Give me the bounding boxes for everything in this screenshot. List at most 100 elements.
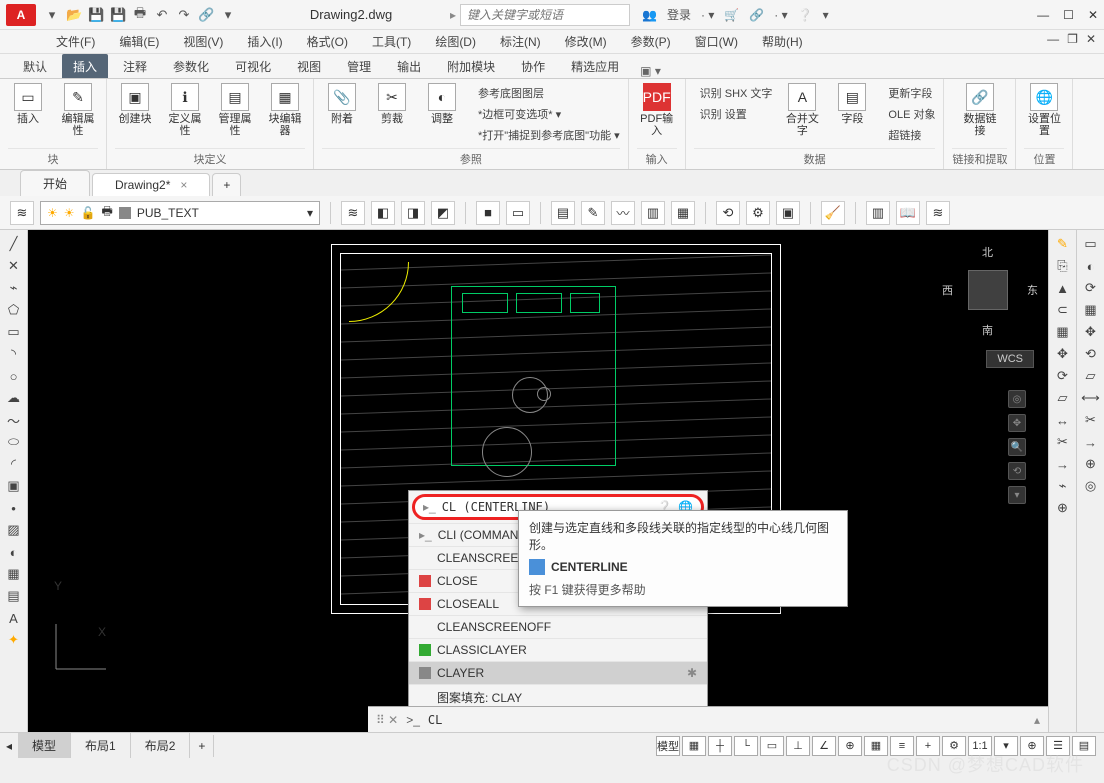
new-tab-button[interactable]: +: [212, 173, 241, 196]
r2-6[interactable]: ⟲: [1081, 344, 1101, 364]
plot-icon[interactable]: 🖶: [132, 4, 148, 26]
layout2-tab[interactable]: 布局2: [131, 733, 191, 758]
status-btn-0[interactable]: 模型: [656, 736, 680, 756]
ref-line3[interactable]: *打开"捕捉到参考底图"功能 ▾: [478, 125, 620, 145]
status-btn-4[interactable]: ▭: [760, 736, 784, 756]
ac-item-classic[interactable]: CLASSICLAYER: [409, 638, 707, 661]
def-attr-button[interactable]: ℹ定义属性: [165, 83, 205, 137]
help-icon[interactable]: ❔: [798, 8, 813, 22]
adjust-button[interactable]: ◐调整: [422, 83, 462, 125]
stretch-icon[interactable]: ↔: [1053, 410, 1073, 430]
circle-icon[interactable]: ○: [4, 366, 24, 386]
merge-text-button[interactable]: A合并文字: [782, 83, 822, 137]
revcloud-icon[interactable]: ☁: [4, 388, 24, 408]
t-ico-15[interactable]: 🧹: [821, 201, 845, 225]
ribbon-tab-collab[interactable]: 协作: [510, 54, 556, 78]
t-ico-16[interactable]: ▥: [866, 201, 890, 225]
undo-icon[interactable]: ↶: [154, 7, 170, 23]
t-ico-7[interactable]: ▤: [551, 201, 575, 225]
pdf-import-button[interactable]: PDFPDF输入: [637, 83, 677, 137]
rect-icon[interactable]: ▭: [4, 322, 24, 342]
t-ico-18[interactable]: ≋: [926, 201, 950, 225]
hyperlink-line[interactable]: 超链接: [888, 125, 935, 145]
rotate-icon[interactable]: ⟳: [1053, 366, 1073, 386]
upd-field-line[interactable]: 更新字段: [888, 83, 935, 103]
region-icon[interactable]: ▦: [4, 564, 24, 584]
doc-minimize-button[interactable]: —: [1047, 32, 1059, 46]
open-icon[interactable]: 📂: [66, 7, 82, 23]
ref-line2[interactable]: *边框可变选项* ▾: [478, 104, 620, 124]
viewcube[interactable]: 北 西 东 南: [938, 240, 1038, 340]
maximize-button[interactable]: ☐: [1063, 8, 1074, 22]
cmd-input[interactable]: [428, 713, 628, 727]
r2-9[interactable]: ✂: [1081, 410, 1101, 430]
close-tab-icon[interactable]: ×: [180, 178, 187, 192]
layout1-tab[interactable]: 布局1: [71, 733, 131, 758]
t-ico-5[interactable]: ■: [476, 201, 500, 225]
ribbon-tab-featured[interactable]: 精选应用: [560, 54, 630, 78]
edit-attr-button[interactable]: ✎编辑属性: [58, 83, 98, 137]
status-btn-7[interactable]: ⊕: [838, 736, 862, 756]
attach-button[interactable]: 📎附着: [322, 83, 362, 125]
status-btn-5[interactable]: ⊥: [786, 736, 810, 756]
command-line[interactable]: ⠿ ✕ >_ ▴: [368, 706, 1048, 732]
table-icon[interactable]: ▤: [4, 586, 24, 606]
nav-pan-icon[interactable]: ✥: [1008, 414, 1026, 432]
polygon-icon[interactable]: ⬠: [4, 300, 24, 320]
create-block-button[interactable]: ▣创建块: [115, 83, 155, 125]
trim-icon[interactable]: ✂: [1053, 432, 1073, 452]
ribbon-tab-visual[interactable]: 可视化: [224, 54, 282, 78]
nav-show-icon[interactable]: ▾: [1008, 486, 1026, 504]
cart-icon[interactable]: 🛒: [724, 8, 739, 22]
ribbon-tab-annotate[interactable]: 注释: [112, 54, 158, 78]
t-ico-11[interactable]: ▦: [671, 201, 695, 225]
r2-8[interactable]: ⟷: [1081, 388, 1101, 408]
hatch-icon[interactable]: ▨: [4, 520, 24, 540]
nav-orbit-icon[interactable]: ⟲: [1008, 462, 1026, 480]
r2-4[interactable]: ▦: [1081, 300, 1101, 320]
tab-scroll-left[interactable]: ◂: [0, 739, 18, 753]
add-layout-tab[interactable]: +: [190, 735, 214, 757]
array-icon[interactable]: ▦: [1053, 322, 1073, 342]
t-ico-4[interactable]: ◩: [431, 201, 455, 225]
status-btn-3[interactable]: └: [734, 736, 758, 756]
close-button[interactable]: ✕: [1088, 8, 1098, 22]
extend-icon[interactable]: →: [1053, 454, 1073, 474]
doctab-start[interactable]: 开始: [20, 170, 90, 196]
shx-line[interactable]: 识别 SHX 文字: [700, 83, 773, 103]
search-input[interactable]: [460, 4, 630, 26]
status-btn-6[interactable]: ∠: [812, 736, 836, 756]
scale-icon[interactable]: ▱: [1053, 388, 1073, 408]
mirror-icon[interactable]: ▲: [1053, 278, 1073, 298]
t-ico-17[interactable]: 📖: [896, 201, 920, 225]
account-icon[interactable]: 👥: [642, 8, 657, 22]
r2-5[interactable]: ✥: [1081, 322, 1101, 342]
pline-icon[interactable]: ⌁: [4, 278, 24, 298]
move-icon[interactable]: ✥: [1053, 344, 1073, 364]
ribbon-tab-default[interactable]: 默认: [12, 54, 58, 78]
ole-line[interactable]: OLE 对象: [888, 104, 935, 124]
insert-blk-icon[interactable]: ▣: [4, 476, 24, 496]
break-icon[interactable]: ⌁: [1053, 476, 1073, 496]
datalink-button[interactable]: 🔗数据链接: [960, 83, 1000, 137]
status-btn-8[interactable]: ▦: [864, 736, 888, 756]
status-btn-1[interactable]: ▦: [682, 736, 706, 756]
light-icon[interactable]: ✦: [4, 630, 24, 650]
point-icon[interactable]: •: [4, 498, 24, 518]
saveas-icon[interactable]: 💾: [110, 7, 126, 23]
ribbon-tab-param[interactable]: 参数化: [162, 54, 220, 78]
line-icon[interactable]: ╱: [4, 234, 24, 254]
cmd-handle-icon[interactable]: ⠿ ✕: [376, 713, 398, 727]
redo-icon[interactable]: ↷: [176, 7, 192, 23]
ribbon-tab-manage[interactable]: 管理: [336, 54, 382, 78]
model-tab[interactable]: 模型: [18, 733, 71, 758]
gradient-icon[interactable]: ◐: [4, 542, 24, 562]
share-icon[interactable]: 🔗: [198, 7, 214, 23]
clip-button[interactable]: ✂剪裁: [372, 83, 412, 125]
rec-set-line[interactable]: 识别 设置: [700, 104, 773, 124]
text-icon[interactable]: A: [4, 608, 24, 628]
t-ico-2[interactable]: ◧: [371, 201, 395, 225]
ellipse-icon[interactable]: ⬭: [4, 432, 24, 452]
new-icon[interactable]: ▾: [44, 7, 60, 23]
arc-icon[interactable]: ◝: [4, 344, 24, 364]
